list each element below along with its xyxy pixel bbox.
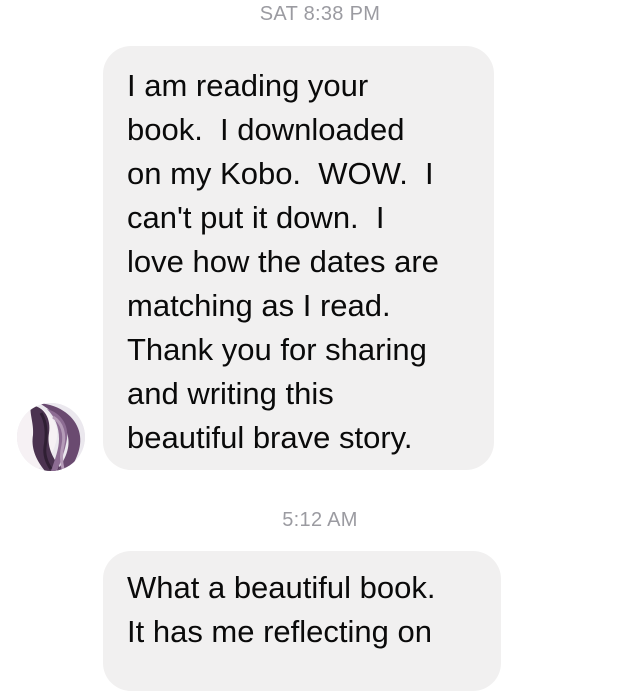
message-bubble-2[interactable]: What a beautiful book. It has me reflect… xyxy=(103,551,501,691)
timestamp-sat: SAT 8:38 PM xyxy=(259,3,381,25)
message-bubble-1[interactable]: I am reading your book. I downloaded on … xyxy=(103,46,494,470)
sender-avatar[interactable] xyxy=(17,403,85,471)
avatar-image xyxy=(17,403,85,471)
timestamp-time: 5:12 AM xyxy=(282,509,358,531)
